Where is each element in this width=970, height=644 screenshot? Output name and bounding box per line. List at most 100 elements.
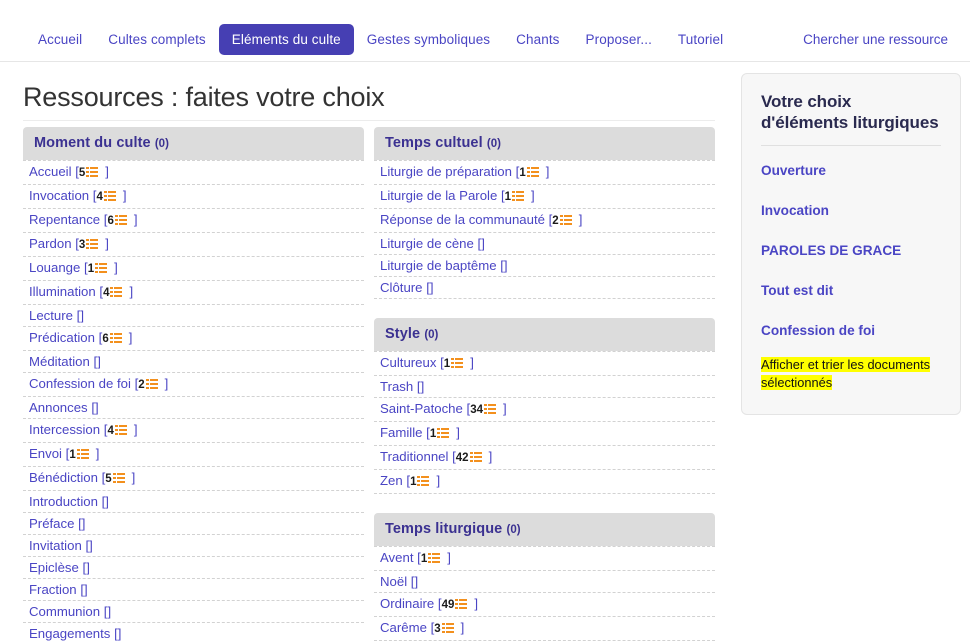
list-item[interactable]: Repentance [6] xyxy=(23,209,364,233)
list-item[interactable]: Zen [1] xyxy=(374,470,715,494)
list-item[interactable]: Engagements [] xyxy=(23,623,364,644)
list-item[interactable]: Illumination [4] xyxy=(23,281,364,305)
list-item[interactable]: Saint-Patoche [34] xyxy=(374,398,715,422)
list-item[interactable]: Prédication [6] xyxy=(23,327,364,351)
list-item[interactable]: Fraction [] xyxy=(23,579,364,601)
search-resource-link[interactable]: Chercher une ressource xyxy=(803,32,948,47)
list-item[interactable]: Liturgie de cène [] xyxy=(374,233,715,255)
list-item-label[interactable]: Engagements xyxy=(29,626,110,641)
list-item[interactable]: Réponse de la communauté [2] xyxy=(374,209,715,233)
nav-item-0[interactable]: Accueil xyxy=(25,24,95,55)
list-item-label[interactable]: Illumination xyxy=(29,284,96,299)
list-item-label[interactable]: Avent xyxy=(380,550,413,565)
list-item[interactable]: Lecture [] xyxy=(23,305,364,327)
list-item[interactable]: Liturgie de préparation [1] xyxy=(374,160,715,185)
list-item-label[interactable]: Communion xyxy=(29,604,100,619)
list-item[interactable]: Famille [1] xyxy=(374,422,715,446)
list-item-label[interactable]: Cultureux xyxy=(380,355,436,370)
list-item[interactable]: Bénédiction [5] xyxy=(23,467,364,491)
sidebar-link-2[interactable]: PAROLES DE GRACE xyxy=(761,230,941,270)
list-item[interactable]: Intercession [4] xyxy=(23,419,364,443)
list-item-label[interactable]: Pardon xyxy=(29,236,72,251)
list-item-label[interactable]: Louange xyxy=(29,260,80,275)
list-item[interactable]: Louange [1] xyxy=(23,257,364,281)
list-item-count: 1 xyxy=(420,553,428,565)
list-item-label[interactable]: Noël xyxy=(380,574,407,589)
list-item-label[interactable]: Clôture xyxy=(380,280,423,295)
list-item-label[interactable]: Invitation xyxy=(29,538,82,553)
list-item-label[interactable]: Liturgie de cène xyxy=(380,236,474,251)
list-item-label[interactable]: Introduction xyxy=(29,494,98,509)
list-item-label[interactable]: Repentance xyxy=(29,212,100,227)
list-item[interactable]: Confession de foi [2] xyxy=(23,373,364,397)
list-item[interactable]: Epiclèse [] xyxy=(23,557,364,579)
bracket-close: ] xyxy=(133,422,138,437)
list-item[interactable]: Invitation [] xyxy=(23,535,364,557)
sidebar-link-3[interactable]: Tout est dit xyxy=(761,270,941,310)
list-item-label[interactable]: Préface xyxy=(29,516,74,531)
nav-item-4[interactable]: Chants xyxy=(503,24,572,55)
list-item[interactable]: Liturgie de baptême [] xyxy=(374,255,715,277)
list-item[interactable]: Introduction [] xyxy=(23,491,364,513)
list-item-label[interactable]: Saint-Patoche xyxy=(380,401,463,416)
list-item[interactable]: Clôture [] xyxy=(374,277,715,299)
list-item[interactable]: Méditation [] xyxy=(23,351,364,373)
list-item[interactable]: Liturgie de la Parole [1] xyxy=(374,185,715,209)
list-item[interactable]: Cultureux [1] xyxy=(374,351,715,376)
bracket-close: ] xyxy=(474,596,479,611)
list-item-label[interactable]: Zen xyxy=(380,473,403,488)
section-header: Temps liturgique (0) xyxy=(374,513,715,546)
list-item[interactable]: Avent [1] xyxy=(374,546,715,571)
list-item-label[interactable]: Liturgie de la Parole xyxy=(380,188,497,203)
list-item-label[interactable]: Epiclèse xyxy=(29,560,79,575)
section-item-list: Accueil [5] Invocation [4] Repentance [6] P… xyxy=(23,160,364,644)
bracket-close: ] xyxy=(105,236,109,251)
bracket-close: ] xyxy=(114,260,118,275)
list-item[interactable]: Communion [] xyxy=(23,601,364,623)
list-item[interactable]: Annonces [] xyxy=(23,397,364,419)
list-item[interactable]: Accueil [5] xyxy=(23,160,364,185)
list-item-count: 5 xyxy=(105,473,112,485)
list-item-label[interactable]: Accueil xyxy=(29,164,72,179)
list-item-label[interactable]: Prédication xyxy=(29,330,95,345)
list-item[interactable]: Envoi [1] xyxy=(23,443,364,467)
list-item-label[interactable]: Ordinaire xyxy=(380,596,434,611)
bracket-close: ] xyxy=(456,425,460,440)
list-item-label[interactable]: Lecture xyxy=(29,308,73,323)
nav-item-5[interactable]: Proposer... xyxy=(573,24,665,55)
list-item[interactable]: Pardon [3] xyxy=(23,233,364,257)
nav-item-2[interactable]: Eléments du culte xyxy=(218,24,354,55)
list-item-label[interactable]: Traditionnel xyxy=(380,449,448,464)
list-count-icon xyxy=(95,263,108,274)
list-item[interactable]: Carême [3] xyxy=(374,617,715,641)
list-item[interactable]: Traditionnel [42] xyxy=(374,446,715,470)
list-item-label[interactable]: Bénédiction xyxy=(29,470,98,485)
nav-item-3[interactable]: Gestes symboliques xyxy=(354,24,503,55)
list-item-label[interactable]: Annonces xyxy=(29,400,88,415)
nav-item-6[interactable]: Tutoriel xyxy=(665,24,736,55)
list-item-label[interactable]: Invocation xyxy=(29,188,89,203)
section-header-label: Temps liturgique xyxy=(385,521,503,537)
list-item-label[interactable]: Envoi xyxy=(29,446,62,461)
nav-item-1[interactable]: Cultes complets xyxy=(95,24,219,55)
list-item-label[interactable]: Confession de foi xyxy=(29,376,131,391)
list-item-label[interactable]: Réponse de la communauté xyxy=(380,212,545,227)
list-item[interactable]: Invocation [4] xyxy=(23,185,364,209)
list-item[interactable]: Préface [] xyxy=(23,513,364,535)
list-item-label[interactable]: Carême xyxy=(380,620,427,635)
list-item-label[interactable]: Fraction xyxy=(29,582,77,597)
sidebar-link-1[interactable]: Invocation xyxy=(761,190,941,230)
sidebar-link-0[interactable]: Ouverture xyxy=(761,150,941,190)
list-item[interactable]: Ordinaire [49] xyxy=(374,593,715,617)
show-sort-selected-documents-link[interactable]: Afficher et trier les documents sélectio… xyxy=(761,357,931,390)
bracket-close: ] xyxy=(107,604,112,619)
list-item-label[interactable]: Liturgie de préparation xyxy=(380,164,512,179)
list-item-label[interactable]: Intercession xyxy=(29,422,100,437)
list-item[interactable]: Noël [] xyxy=(374,571,715,593)
list-item[interactable]: Trash [] xyxy=(374,376,715,398)
list-item-label[interactable]: Trash xyxy=(380,379,413,394)
sidebar-link-4[interactable]: Confession de foi xyxy=(761,310,941,350)
list-item-label[interactable]: Liturgie de baptême xyxy=(380,258,497,273)
list-item-label[interactable]: Méditation xyxy=(29,354,90,369)
list-item-label[interactable]: Famille xyxy=(380,425,423,440)
